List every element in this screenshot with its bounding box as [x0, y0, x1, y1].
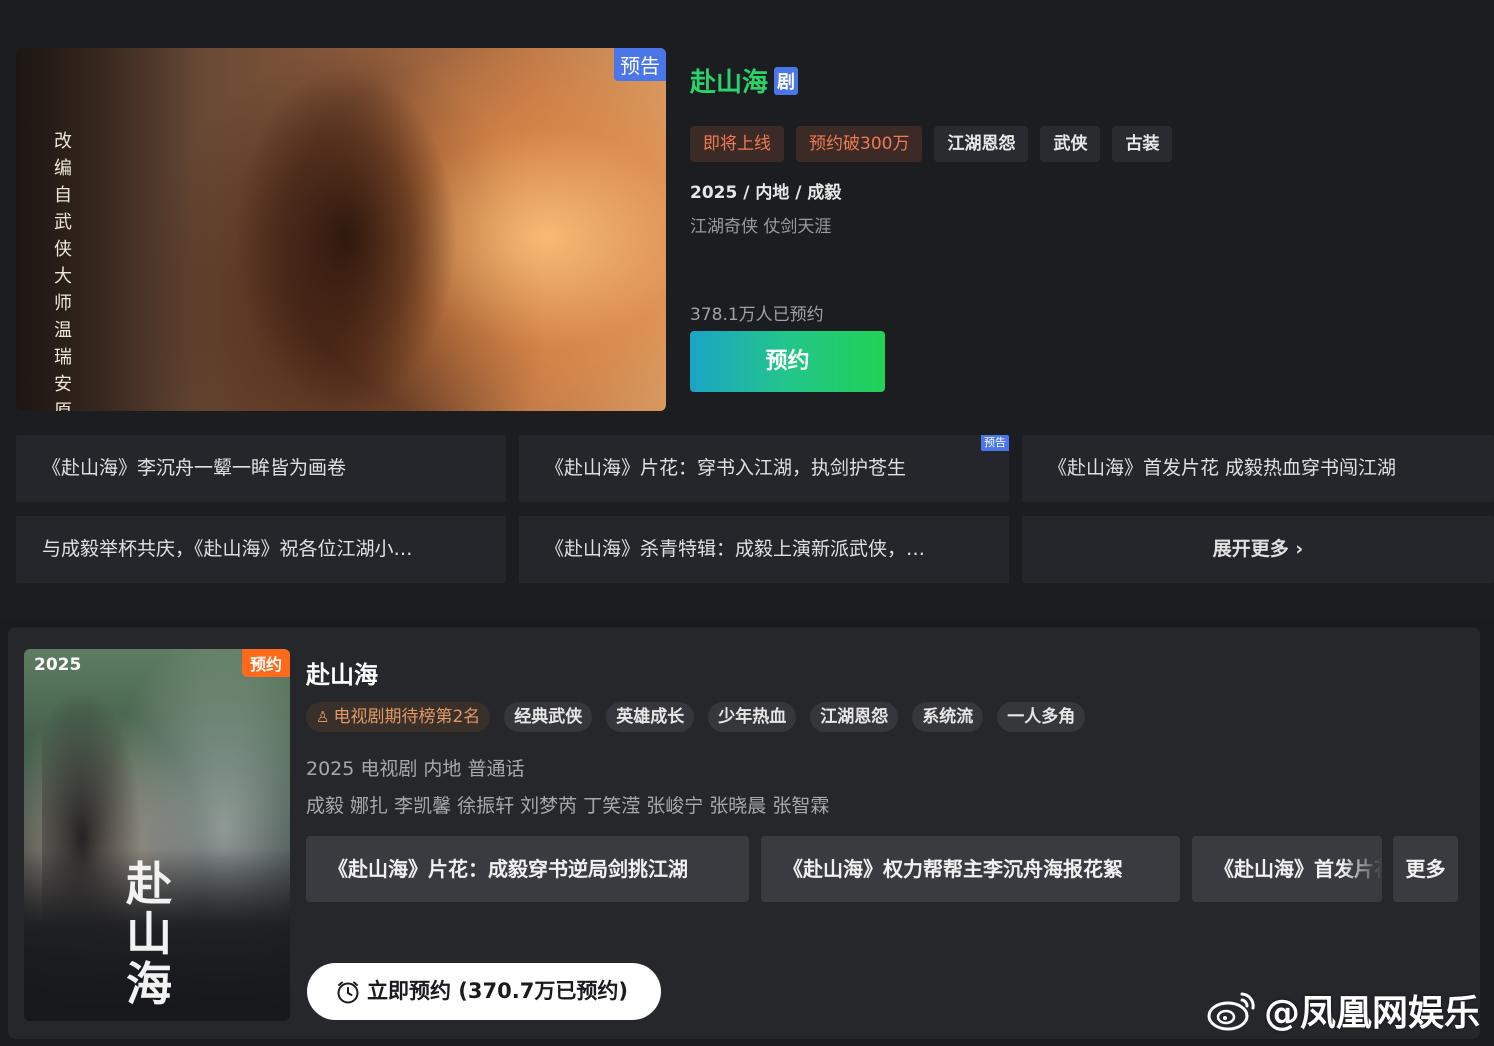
genre-tag[interactable]: 经典武侠 [504, 702, 593, 732]
video-title: 《赴山海》杀青特辑：成毅上演新派武侠，… [545, 538, 926, 560]
more-clips-label: 更多 [1405, 857, 1446, 881]
detail-poster[interactable]: 2025 预约 赴山海 [24, 649, 290, 1021]
video-item[interactable]: 《赴山海》杀青特辑：成毅上演新派武侠，… [519, 516, 1009, 583]
alarm-clock-icon [337, 981, 359, 1003]
featured-section: 改编自武侠大师温瑞安原著 预告 赴山海 剧 即将上线 预约破300万 江湖恩怨 … [0, 0, 1494, 620]
genre-tag[interactable]: 英雄成长 [606, 702, 695, 732]
genre-tag[interactable]: 一人多角 [997, 702, 1086, 732]
featured-poster[interactable]: 改编自武侠大师温瑞安原著 预告 [16, 48, 666, 411]
more-clips-button[interactable]: 更多 [1393, 836, 1458, 902]
tag-genre[interactable]: 武侠 [1040, 126, 1101, 162]
watermark: @凤凰网娱乐 [1206, 984, 1480, 1036]
clip-title: 《赴山海》首发片花 [1214, 857, 1382, 881]
tag-genre[interactable]: 古装 [1112, 126, 1173, 162]
clip-title: 《赴山海》权力帮帮主李沉舟海报花絮 [783, 857, 1123, 881]
poster-figure [236, 68, 456, 411]
video-item[interactable]: 《赴山海》片花：穿书入江湖，执剑护苍生 预告 [519, 435, 1009, 502]
watermark-text: @凤凰网娱乐 [1263, 993, 1480, 1034]
poster-vertical-text: 改编自武侠大师温瑞安原著 [54, 131, 72, 411]
genre-tag[interactable]: 江湖恩怨 [810, 702, 899, 732]
video-title: 《赴山海》片花：穿书入江湖，执剑护苍生 [545, 457, 907, 479]
featured-slogan: 江湖奇侠 仗剑天涯 [690, 217, 832, 237]
rank-tag[interactable]: ♙ 电视剧期待榜第2名 [306, 702, 491, 732]
video-item[interactable]: 《赴山海》李沉舟一颦一眸皆为画卷 [16, 435, 506, 502]
featured-title-row: 赴山海 剧 [690, 62, 799, 99]
featured-meta: 2025 / 内地 / 成毅 [690, 183, 842, 203]
detail-title[interactable]: 赴山海 [306, 655, 378, 690]
video-item[interactable]: 《赴山海》首发片花 成毅热血穿书闯江湖 [1022, 435, 1494, 502]
reserve-now-button[interactable]: 立即预约 (370.7万已预约) [307, 963, 661, 1020]
clip-item[interactable]: 《赴山海》片花：成毅穿书逆局剑挑江湖 [306, 836, 749, 902]
clip-item[interactable]: 《赴山海》权力帮帮主李沉舟海报花絮 [761, 836, 1180, 902]
expand-more-button[interactable]: 展开更多 › [1022, 516, 1494, 583]
trailer-badge: 预告 [614, 48, 666, 81]
detail-card: 2025 预约 赴山海 赴山海 ♙ 电视剧期待榜第2名 经典武侠 英雄成长 少年热… [8, 627, 1480, 1039]
poster-year: 2025 [34, 655, 82, 675]
detail-tags: ♙ 电视剧期待榜第2名 经典武侠 英雄成长 少年热血 江湖恩怨 系统流 一人多角 [306, 702, 1086, 732]
reserve-button[interactable]: 预约 [690, 331, 885, 392]
poster-calligraphy: 赴山海 [126, 857, 172, 1011]
drama-type-badge: 剧 [774, 66, 799, 95]
clip-title: 《赴山海》片花：成毅穿书逆局剑挑江湖 [328, 857, 688, 881]
featured-tags: 即将上线 预约破300万 江湖恩怨 武侠 古装 [690, 126, 1173, 162]
video-title: 《赴山海》李沉舟一颦一眸皆为画卷 [42, 457, 347, 479]
detail-meta: 2025 电视剧 内地 普通话 [306, 758, 525, 780]
clip-item[interactable]: 《赴山海》首发片花 [1192, 836, 1382, 902]
detail-cast: 成毅 娜扎 李凯馨 徐振轩 刘梦芮 丁笑滢 张峻宁 张晓晨 张智霖 [306, 795, 830, 817]
expand-more-label: 展开更多 › [1212, 538, 1304, 560]
tag-reserve-milestone: 预约破300万 [796, 126, 923, 162]
reserve-count: 378.1万人已预约 [690, 305, 824, 325]
clip-list: 《赴山海》片花：成毅穿书逆局剑挑江湖 《赴山海》权力帮帮主李沉舟海报花絮 《赴山… [306, 836, 1458, 902]
genre-tag[interactable]: 系统流 [912, 702, 984, 732]
tag-coming-soon: 即将上线 [690, 126, 784, 162]
ranking-icon: ♙ [316, 708, 330, 726]
video-title: 与成毅举杯共庆，《赴山海》祝各位江湖小… [42, 538, 413, 560]
trailer-mini-badge: 预告 [981, 435, 1009, 451]
genre-tag[interactable]: 少年热血 [708, 702, 797, 732]
video-item[interactable]: 与成毅举杯共庆，《赴山海》祝各位江湖小… [16, 516, 506, 583]
rank-tag-label: 电视剧期待榜第2名 [333, 707, 481, 727]
tag-genre[interactable]: 江湖恩怨 [934, 126, 1029, 162]
featured-title[interactable]: 赴山海 [690, 62, 768, 99]
reserve-now-label: 立即预约 (370.7万已预约) [367, 979, 628, 1003]
reserve-badge: 预约 [241, 649, 290, 677]
weibo-logo-icon [1207, 992, 1255, 1031]
video-title: 《赴山海》首发片花 成毅热血穿书闯江湖 [1048, 457, 1397, 479]
